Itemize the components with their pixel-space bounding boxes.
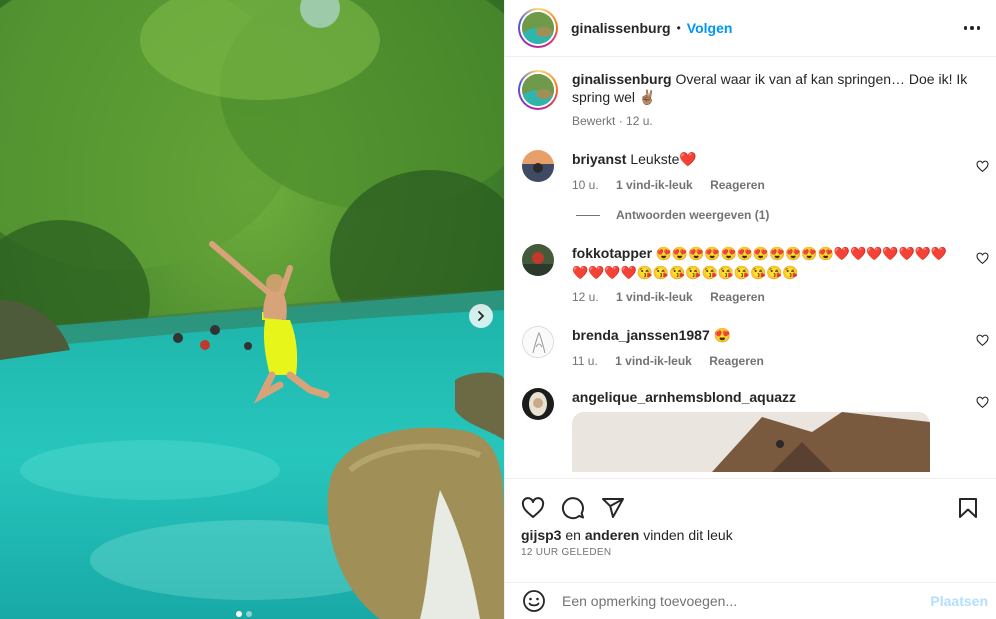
more-options-button[interactable] [960, 16, 984, 40]
add-comment-bar: Plaatsen [505, 582, 996, 619]
carousel-indicator [236, 611, 252, 617]
heart-icon[interactable] [976, 396, 989, 409]
avatar[interactable] [522, 150, 554, 182]
author-username[interactable]: ginalissenburg [571, 20, 671, 36]
comments-section[interactable]: ginalissenburg Overal waar ik van af kan… [505, 58, 996, 478]
more-icon [963, 26, 968, 30]
comment-item: fokkotapper 😍😍😍😍😍😍😍😍😍😍😍❤️❤️❤️❤️❤️❤️❤️❤️❤… [505, 244, 996, 306]
carousel-dot-active [236, 611, 242, 617]
comment-text: Leukste❤️ [630, 151, 697, 167]
comment-username[interactable]: briyanst [572, 151, 626, 167]
caption-username[interactable]: ginalissenburg [572, 71, 672, 87]
caption-author-avatar[interactable] [518, 70, 558, 110]
comment-likes[interactable]: 1 vind-ik-leuk [616, 178, 693, 192]
avatar [522, 12, 554, 44]
comment-username[interactable]: brenda_janssen1987 [572, 327, 710, 343]
post-actions: gijsp3 en anderen vinden dit leuk 12 UUR… [505, 478, 996, 582]
comment-item: briyanst Leukste❤️ 10 u. 1 vind-ik-leuk … [505, 150, 996, 194]
reply-button[interactable]: Reageren [709, 354, 764, 368]
carousel-dot [246, 611, 252, 617]
comment-icon[interactable] [561, 496, 585, 520]
caption-edited-label: Bewerkt [572, 114, 616, 128]
share-icon[interactable] [601, 496, 625, 520]
avatar[interactable] [522, 388, 554, 420]
caption-time: 12 u. [626, 114, 653, 128]
likes-others-link[interactable]: anderen [585, 527, 639, 543]
chevron-right-icon [478, 311, 485, 321]
emoji-icon[interactable] [522, 589, 546, 613]
comment-time: 10 u. [572, 178, 599, 192]
heart-icon[interactable] [976, 334, 989, 347]
likes-summary: gijsp3 en anderen vinden dit leuk [521, 527, 980, 543]
post-caption: ginalissenburg Overal waar ik van af kan… [505, 58, 996, 130]
comment-attachment[interactable] [572, 412, 930, 472]
avatar[interactable] [522, 244, 554, 276]
avatar [522, 74, 554, 106]
likes-suffix: vinden dit leuk [643, 527, 733, 543]
follow-button[interactable]: Volgen [687, 20, 733, 36]
comment-item: angelique_arnhemsblond_aquazz [505, 388, 996, 472]
post-details-panel: ginalissenburg • Volgen ginalissenburg O… [504, 0, 996, 619]
comment-likes[interactable]: 1 vind-ik-leuk [615, 354, 692, 368]
comment-time: 12 u. [572, 290, 599, 304]
comment-input[interactable] [562, 593, 931, 609]
view-replies-label: Antwoorden weergeven (1) [616, 208, 770, 222]
replies-line [576, 214, 600, 216]
caption-body: ginalissenburg Overal waar ik van af kan… [572, 71, 968, 128]
view-replies-button[interactable]: Antwoorden weergeven (1) [576, 208, 996, 222]
heart-icon[interactable] [521, 496, 545, 520]
next-image-button[interactable] [469, 304, 493, 328]
comment-likes[interactable]: 1 vind-ik-leuk [616, 290, 693, 304]
bookmark-icon[interactable] [956, 496, 980, 520]
comment-time: 11 u. [572, 354, 598, 368]
reply-button[interactable]: Reageren [710, 178, 765, 192]
comment-item: brenda_janssen1987 😍 11 u. 1 vind-ik-leu… [505, 326, 996, 370]
more-icon-dot [970, 26, 974, 30]
author-avatar[interactable] [518, 8, 558, 48]
post-header: ginalissenburg • Volgen [505, 0, 996, 57]
heart-icon[interactable] [976, 160, 989, 173]
more-icon-dot [976, 26, 981, 30]
likes-connector: en [565, 527, 581, 543]
comment-username[interactable]: fokkotapper [572, 245, 652, 261]
reply-button[interactable]: Reageren [710, 290, 765, 304]
post-comment-button[interactable]: Plaatsen [930, 593, 988, 609]
comment-text: 😍 [713, 327, 732, 343]
heart-icon[interactable] [976, 252, 989, 265]
post-photo [0, 0, 504, 619]
liker-username[interactable]: gijsp3 [521, 527, 561, 543]
post-timestamp[interactable]: 12 UUR GELEDEN [521, 547, 980, 558]
comment-username[interactable]: angelique_arnhemsblond_aquazz [572, 389, 796, 405]
post-media[interactable] [0, 0, 504, 619]
separator-dot: • [676, 21, 681, 35]
avatar[interactable] [522, 326, 554, 358]
